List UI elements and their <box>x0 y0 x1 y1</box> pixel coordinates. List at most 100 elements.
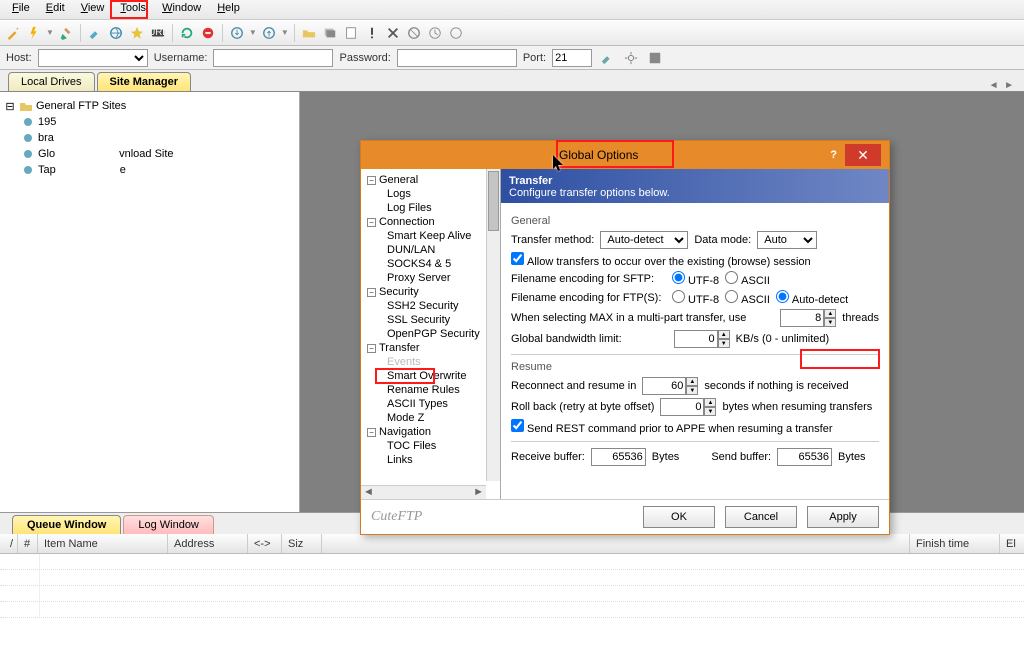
minus-icon[interactable]: ⊟ <box>4 100 16 112</box>
col-el[interactable]: El <box>1000 534 1024 553</box>
star-icon[interactable] <box>128 24 146 42</box>
col-slash[interactable]: / <box>4 534 18 553</box>
stop-icon[interactable] <box>199 24 217 42</box>
nav-links[interactable]: Links <box>365 453 500 467</box>
connect-icon[interactable] <box>598 49 616 67</box>
menu-edit[interactable]: Edit <box>38 0 73 19</box>
doc-icon[interactable] <box>342 24 360 42</box>
menu-view[interactable]: View <box>73 0 113 19</box>
col-direction[interactable]: <-> <box>248 534 282 553</box>
download-icon[interactable] <box>228 24 246 42</box>
reconnect-spinner[interactable]: ▲▼ <box>642 377 698 395</box>
menu-tools[interactable]: Tools <box>112 0 154 19</box>
pencil-icon[interactable] <box>57 24 75 42</box>
lightning-icon[interactable] <box>25 24 43 42</box>
tree-item-tap[interactable]: Tape <box>4 162 295 178</box>
stop2-icon[interactable] <box>405 24 423 42</box>
nav-rename[interactable]: Rename Rules <box>365 383 500 397</box>
enc-ftps-ascii[interactable]: ASCII <box>725 290 770 306</box>
rest-checkbox[interactable]: Send REST command prior to APPE when res… <box>511 419 833 435</box>
help-button[interactable]: ? <box>830 149 837 161</box>
collapse-icon[interactable]: − <box>367 344 376 353</box>
allow-browse-checkbox[interactable]: Allow transfers to occur over the existi… <box>511 252 811 268</box>
disk-icon[interactable] <box>646 49 664 67</box>
tab-site-manager[interactable]: Site Manager <box>97 72 191 91</box>
data-mode-select[interactable]: Auto <box>757 231 817 249</box>
sendbuf-field[interactable] <box>777 448 832 466</box>
tree-item-195[interactable]: 195 <box>4 114 295 130</box>
tab-queue-window[interactable]: Queue Window <box>12 515 121 534</box>
nav-hscroll[interactable]: ◄► <box>361 485 486 499</box>
enc-ftps-auto[interactable]: Auto-detect <box>776 290 848 306</box>
dialog-titlebar[interactable]: Global Options ? ✕ <box>361 141 889 169</box>
globe-sync-icon[interactable] <box>107 24 125 42</box>
recvbuf-field[interactable] <box>591 448 646 466</box>
nav-ssh2[interactable]: SSH2 Security <box>365 299 500 313</box>
transfer-method-select[interactable]: Auto-detect <box>600 231 688 249</box>
port-field[interactable] <box>552 49 592 67</box>
collapse-icon[interactable]: − <box>367 218 376 227</box>
tab-log-window[interactable]: Log Window <box>123 515 214 534</box>
new-folder-icon[interactable] <box>300 24 318 42</box>
col-finish[interactable]: Finish time <box>910 534 1000 553</box>
nav-connection[interactable]: −Connection <box>365 215 500 229</box>
delete-icon[interactable] <box>384 24 402 42</box>
enc-sftp-utf8[interactable]: UTF-8 <box>672 271 719 287</box>
nav-logfiles[interactable]: Log Files <box>365 201 500 215</box>
enc-sftp-ascii[interactable]: ASCII <box>725 271 770 287</box>
stack-icon[interactable] <box>321 24 339 42</box>
nav-dun[interactable]: DUN/LAN <box>365 243 500 257</box>
nav-logs[interactable]: Logs <box>365 187 500 201</box>
nav-general[interactable]: −General <box>365 173 500 187</box>
close-button[interactable]: ✕ <box>845 144 881 166</box>
collapse-icon[interactable]: − <box>367 176 376 185</box>
nav-events[interactable]: Events <box>365 355 500 369</box>
url-icon[interactable]: URL <box>149 24 167 42</box>
menu-window[interactable]: Window <box>154 0 209 19</box>
nav-ska[interactable]: Smart Keep Alive <box>365 229 500 243</box>
bandwidth-spinner[interactable]: ▲▼ <box>674 330 730 348</box>
wand-icon[interactable] <box>4 24 22 42</box>
globe-icon[interactable] <box>447 24 465 42</box>
nav-toc[interactable]: TOC Files <box>365 439 500 453</box>
nav-navigation[interactable]: −Navigation <box>365 425 500 439</box>
warn-icon[interactable] <box>363 24 381 42</box>
username-field[interactable] <box>213 49 333 67</box>
cancel-button[interactable]: Cancel <box>725 506 797 528</box>
tab-nav-arrows[interactable]: ◄ ► <box>989 80 1014 91</box>
menu-help[interactable]: Help <box>209 0 248 19</box>
nav-proxy[interactable]: Proxy Server <box>365 271 500 285</box>
nav-ssl[interactable]: SSL Security <box>365 313 500 327</box>
nav-modez[interactable]: Mode Z <box>365 411 500 425</box>
ok-button[interactable]: OK <box>643 506 715 528</box>
tree-item-bra[interactable]: bra <box>4 130 295 146</box>
enc-ftps-utf8[interactable]: UTF-8 <box>672 290 719 306</box>
threads-spinner[interactable]: ▲▼ <box>780 309 836 327</box>
tree-item-glo[interactable]: Glovnload Site <box>4 146 295 162</box>
nav-pgp[interactable]: OpenPGP Security <box>365 327 500 341</box>
nav-security[interactable]: −Security <box>365 285 500 299</box>
nav-socks[interactable]: SOCKS4 & 5 <box>365 257 500 271</box>
password-field[interactable] <box>397 49 517 67</box>
col-address[interactable]: Address <box>168 534 248 553</box>
nav-transfer[interactable]: −Transfer <box>365 341 500 355</box>
collapse-icon[interactable]: − <box>367 288 376 297</box>
nav-scrollbar[interactable] <box>486 169 500 481</box>
col-size[interactable]: Siz <box>282 534 322 553</box>
upload-icon[interactable] <box>260 24 278 42</box>
nav-smart[interactable]: Smart Overwrite <box>365 369 500 383</box>
col-item[interactable]: Item Name <box>38 534 168 553</box>
tab-local-drives[interactable]: Local Drives <box>8 72 95 91</box>
host-field[interactable] <box>38 49 148 67</box>
tree-root[interactable]: ⊟ General FTP Sites <box>4 98 295 114</box>
clock-icon[interactable] <box>426 24 444 42</box>
nav-ascii[interactable]: ASCII Types <box>365 397 500 411</box>
brush-icon[interactable] <box>86 24 104 42</box>
col-hash[interactable]: # <box>18 534 38 553</box>
collapse-icon[interactable]: − <box>367 428 376 437</box>
apply-button[interactable]: Apply <box>807 506 879 528</box>
gear-icon[interactable] <box>622 49 640 67</box>
refresh-icon[interactable] <box>178 24 196 42</box>
rollback-spinner[interactable]: ▲▼ <box>660 398 716 416</box>
menu-file[interactable]: FFileile <box>4 0 38 19</box>
